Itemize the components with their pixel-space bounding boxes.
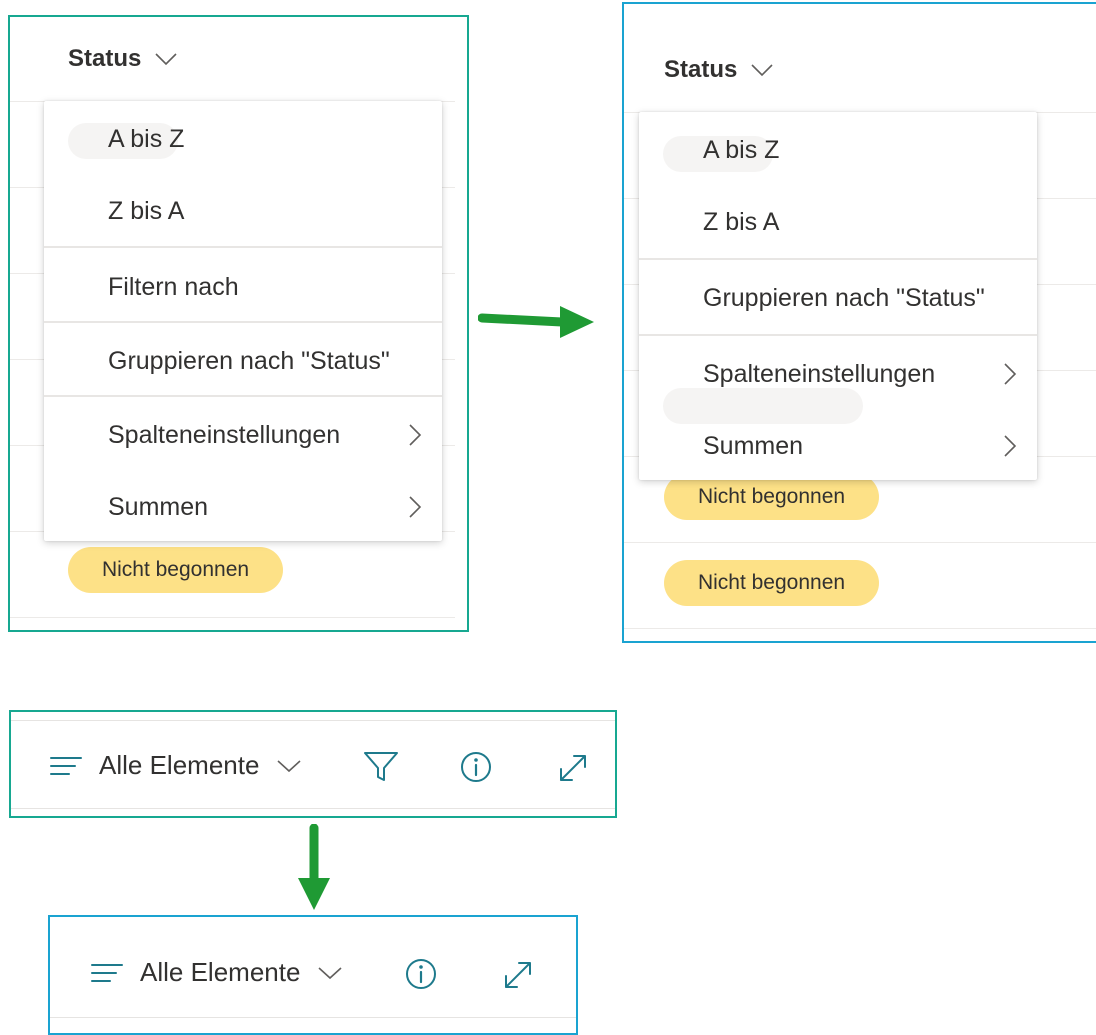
toolbar-before-panel: Alle Elemente	[9, 710, 617, 818]
menu-item-label: Filtern nach	[108, 272, 239, 301]
column-context-menu: A bis Z Z bis A Filtern nach Gruppieren …	[44, 101, 442, 541]
chevron-down-icon	[751, 63, 773, 77]
menu-item-group-by[interactable]: Gruppieren nach "Status"	[44, 325, 442, 397]
status-badge: Nicht begonnen	[664, 560, 879, 606]
menu-item-sort-a-z[interactable]: A bis Z	[44, 103, 442, 175]
menu-item-sort-z-a[interactable]: Z bis A	[639, 186, 1037, 258]
arrow-right-icon	[478, 306, 594, 338]
info-icon[interactable]	[459, 750, 493, 784]
menu-item-sort-z-a[interactable]: Z bis A	[44, 175, 442, 247]
column-menu-after-panel: Status Nicht begonnen Nicht begonnen A b…	[622, 2, 1096, 643]
view-selector[interactable]: Alle Elemente	[90, 957, 342, 988]
menu-divider	[44, 246, 442, 248]
column-context-menu: A bis Z Z bis A Gruppieren nach "Status"…	[639, 112, 1037, 480]
chevron-right-icon	[1003, 362, 1017, 386]
menu-item-label: Z bis A	[108, 196, 185, 225]
status-column-header[interactable]: Status	[664, 56, 773, 84]
info-icon[interactable]	[404, 957, 438, 991]
chevron-right-icon	[408, 495, 422, 519]
menu-item-label: Gruppieren nach "Status"	[108, 346, 390, 375]
toolbar-after-panel: Alle Elemente	[48, 915, 578, 1035]
row-divider	[624, 628, 1096, 629]
menu-divider	[639, 258, 1037, 260]
toolbar-divider	[11, 720, 615, 721]
menu-divider	[44, 321, 442, 323]
chevron-down-icon	[318, 966, 342, 979]
view-name-label: Alle Elemente	[99, 750, 260, 780]
menu-item-label: Z bis A	[703, 207, 780, 236]
row-divider	[624, 542, 1096, 543]
menu-item-label: Gruppieren nach "Status"	[703, 283, 985, 312]
column-header-label: Status	[68, 45, 142, 72]
column-menu-before-panel: Status Nicht begonnen A bis Z Z bis A Fi…	[8, 15, 469, 632]
menu-item-label: Summen	[108, 492, 209, 521]
view-list-icon	[91, 963, 123, 982]
arrow-down-icon	[298, 824, 330, 910]
menu-item-label: A bis Z	[108, 124, 185, 153]
menu-item-label: Spalteneinstellungen	[108, 420, 341, 449]
chevron-right-icon	[408, 423, 422, 447]
filter-icon[interactable]	[363, 750, 399, 784]
menu-item-filter-by[interactable]: Filtern nach	[44, 251, 442, 323]
expand-icon[interactable]	[555, 750, 591, 786]
menu-item-totals[interactable]: Summen	[639, 410, 1037, 482]
view-selector[interactable]: Alle Elemente	[49, 750, 301, 781]
menu-item-label: Summen	[703, 431, 804, 460]
view-list-icon	[50, 756, 82, 775]
chevron-right-icon	[1003, 434, 1017, 458]
status-badge: Nicht begonnen	[68, 547, 283, 593]
toolbar-divider	[50, 1017, 576, 1018]
menu-item-label: Spalteneinstellungen	[703, 359, 936, 388]
chevron-down-icon	[277, 759, 301, 772]
row-divider	[10, 617, 455, 618]
menu-item-column-settings[interactable]: Spalteneinstellungen	[639, 338, 1037, 410]
menu-item-column-settings[interactable]: Spalteneinstellungen	[44, 399, 442, 471]
chevron-down-icon	[155, 52, 177, 66]
menu-item-totals[interactable]: Summen	[44, 471, 442, 543]
menu-divider	[639, 334, 1037, 336]
expand-icon[interactable]	[500, 957, 536, 993]
menu-item-label: A bis Z	[703, 135, 780, 164]
status-column-header[interactable]: Status	[68, 45, 177, 73]
menu-item-group-by[interactable]: Gruppieren nach "Status"	[639, 262, 1037, 334]
column-header-label: Status	[664, 56, 738, 83]
toolbar-divider	[11, 808, 615, 809]
view-name-label: Alle Elemente	[140, 957, 301, 987]
menu-divider	[44, 395, 442, 397]
menu-item-sort-a-z[interactable]: A bis Z	[639, 114, 1037, 186]
